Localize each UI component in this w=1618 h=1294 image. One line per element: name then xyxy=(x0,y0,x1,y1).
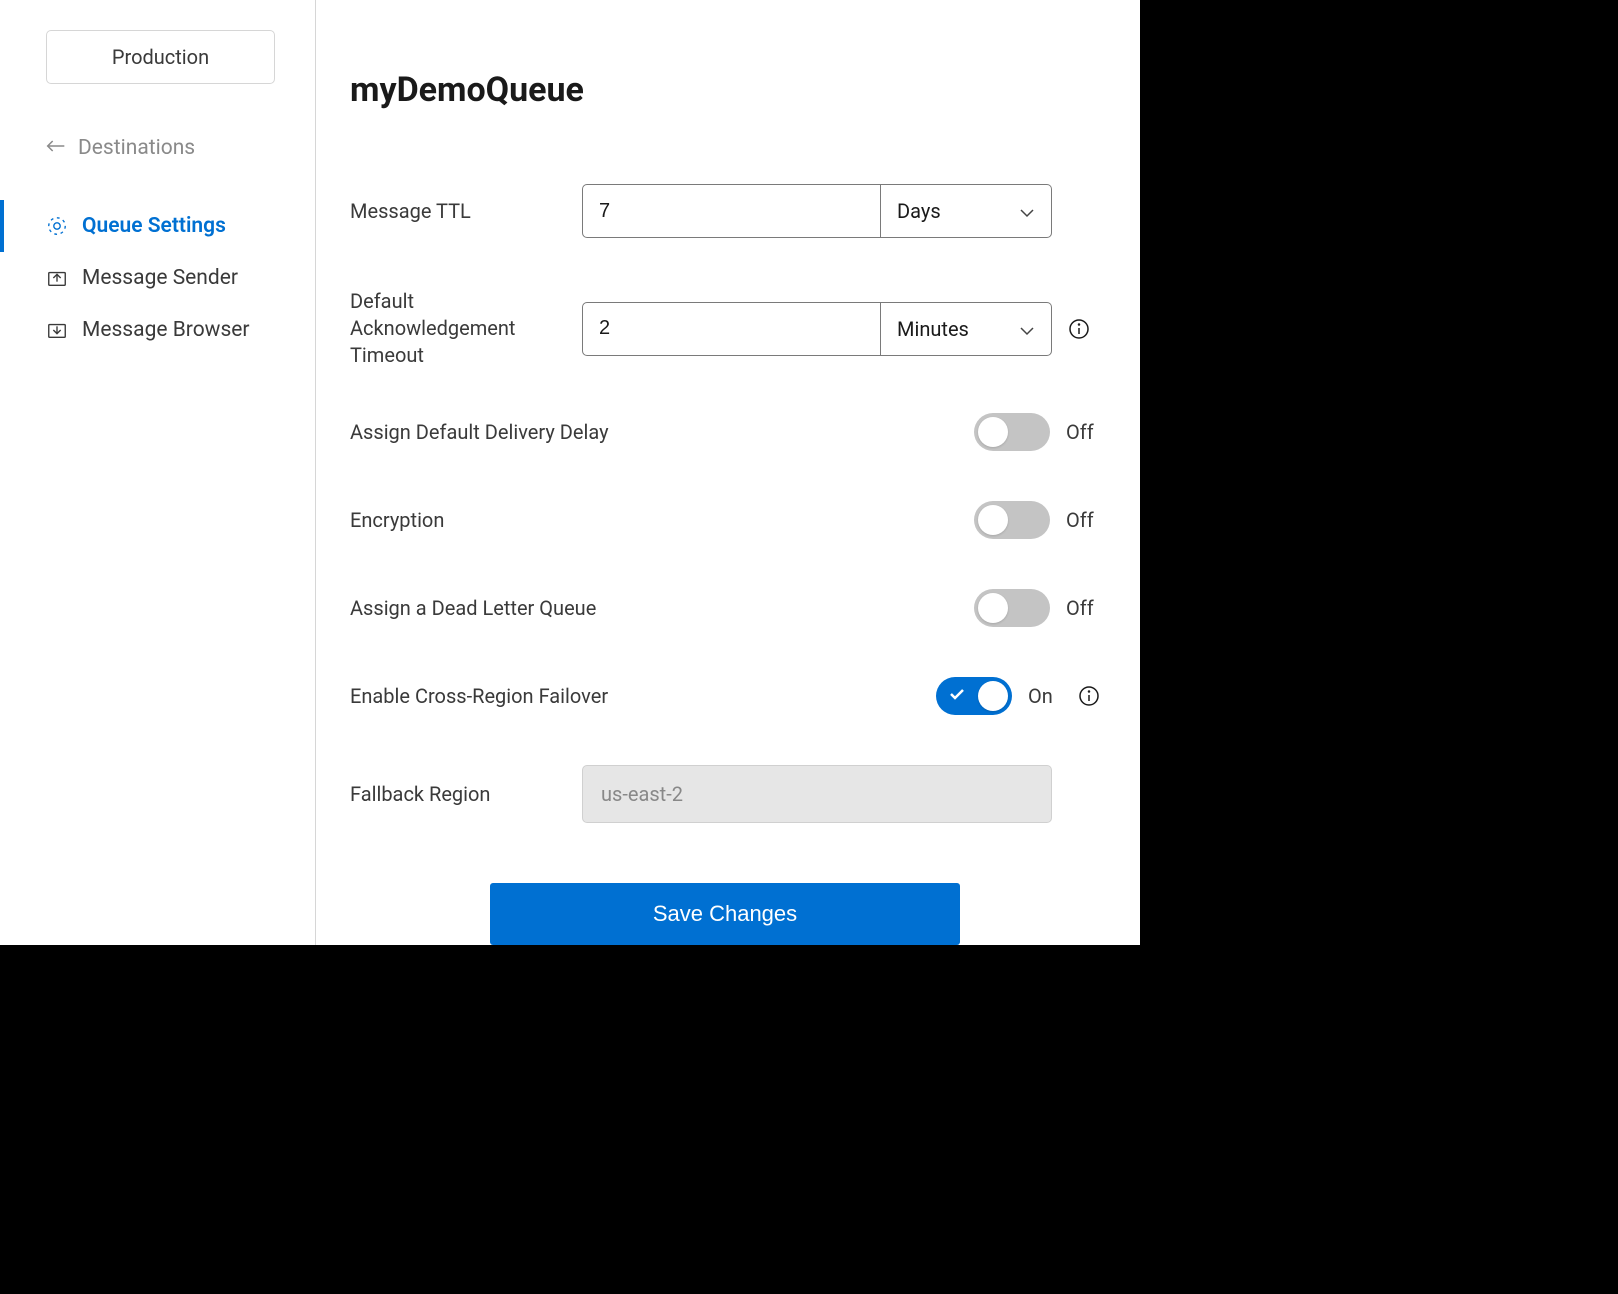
nav-item-queue-settings[interactable]: Queue Settings xyxy=(0,200,315,252)
ack-timeout-input[interactable] xyxy=(582,302,881,356)
fallback-region-input[interactable]: us-east-2 xyxy=(582,765,1052,823)
toggle-state-label: Off xyxy=(1066,508,1100,532)
nav-item-label: Message Browser xyxy=(82,318,250,342)
toggle-state-label: Off xyxy=(1066,420,1100,444)
message-ttl-unit-select[interactable]: Days xyxy=(881,184,1052,238)
cross-region-label: Enable Cross-Region Failover xyxy=(350,684,936,708)
fallback-region-label: Fallback Region xyxy=(350,781,582,808)
encryption-toggle[interactable] xyxy=(974,501,1050,539)
nav-item-message-browser[interactable]: Message Browser xyxy=(0,304,315,356)
ack-timeout-unit-select[interactable]: Minutes xyxy=(881,302,1052,356)
dead-letter-row: Assign a Dead Letter Queue Off xyxy=(350,589,1100,627)
ack-timeout-row: Default Acknowledgement Timeout Minutes xyxy=(350,288,1100,369)
save-changes-button[interactable]: Save Changes xyxy=(490,883,960,945)
cross-region-row: Enable Cross-Region Failover On xyxy=(350,677,1100,715)
nav-item-message-sender[interactable]: Message Sender xyxy=(0,252,315,304)
encryption-row: Encryption Off xyxy=(350,501,1100,539)
sidebar: Production Destinations Queue Settings xyxy=(0,0,316,945)
delivery-delay-toggle[interactable] xyxy=(974,413,1050,451)
main-content: myDemoQueue Message TTL Days Default Ack… xyxy=(316,0,1140,945)
ack-timeout-label: Default Acknowledgement Timeout xyxy=(350,288,582,369)
info-icon[interactable] xyxy=(1078,685,1100,707)
delivery-delay-label: Assign Default Delivery Delay xyxy=(350,420,974,444)
back-link-label: Destinations xyxy=(78,136,195,160)
upload-icon xyxy=(46,267,68,289)
dead-letter-label: Assign a Dead Letter Queue xyxy=(350,596,974,620)
info-icon[interactable] xyxy=(1068,318,1090,340)
message-ttl-row: Message TTL Days xyxy=(350,184,1100,238)
chevron-down-icon xyxy=(1019,317,1035,341)
select-value: Minutes xyxy=(897,317,969,341)
nav-item-label: Message Sender xyxy=(82,266,238,290)
gear-icon xyxy=(46,215,68,237)
cross-region-toggle[interactable] xyxy=(936,677,1012,715)
encryption-label: Encryption xyxy=(350,508,974,532)
toggle-state-label: Off xyxy=(1066,596,1100,620)
page-title: myDemoQueue xyxy=(350,70,1100,110)
back-to-destinations-link[interactable]: Destinations xyxy=(0,124,315,172)
environment-selector[interactable]: Production xyxy=(46,30,275,84)
download-icon xyxy=(46,319,68,341)
select-value: Days xyxy=(897,199,941,223)
chevron-down-icon xyxy=(1019,199,1035,223)
fallback-region-row: Fallback Region us-east-2 xyxy=(350,765,1100,823)
message-ttl-input[interactable] xyxy=(582,184,881,238)
delivery-delay-row: Assign Default Delivery Delay Off xyxy=(350,413,1100,451)
message-ttl-label: Message TTL xyxy=(350,198,582,225)
dead-letter-toggle[interactable] xyxy=(974,589,1050,627)
toggle-state-label: On xyxy=(1028,684,1062,708)
arrow-left-icon xyxy=(46,136,66,160)
nav-item-label: Queue Settings xyxy=(82,214,226,238)
